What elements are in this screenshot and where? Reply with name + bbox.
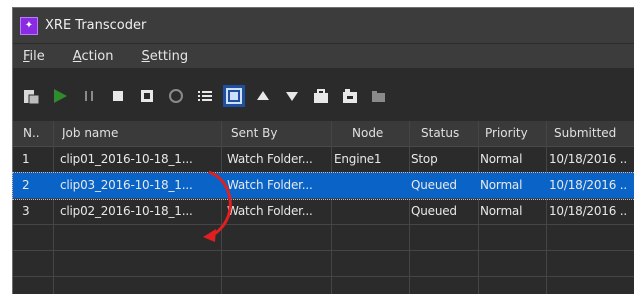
- move-down-icon[interactable]: [281, 85, 303, 107]
- cell-number: 3: [22, 204, 30, 218]
- column-node[interactable]: Node: [352, 121, 402, 146]
- toolbar: [13, 70, 634, 122]
- list-icon[interactable]: [194, 85, 216, 107]
- app-icon: ✦: [20, 16, 38, 35]
- cell-priority: Normal: [480, 178, 523, 192]
- table-row-selected[interactable]: 2 clip03_2016-10-18_1... Watch Folder...…: [12, 172, 634, 200]
- window-title: XRE Transcoder: [45, 18, 147, 33]
- cell-sent-by: Watch Folder...: [227, 178, 313, 192]
- column-sent-by[interactable]: Sent By: [231, 121, 321, 146]
- cell-number: 2: [22, 178, 30, 192]
- stop-icon[interactable]: [107, 85, 129, 107]
- column-number[interactable]: N..: [23, 121, 51, 146]
- menu-setting[interactable]: Setting: [142, 49, 189, 64]
- table-row[interactable]: 3 clip02_2016-10-18_1... Watch Folder...…: [13, 199, 634, 225]
- cell-submitted: 10/18/2016 ..: [549, 204, 628, 218]
- cell-job-name: clip03_2016-10-18_1...: [60, 178, 193, 192]
- table-row[interactable]: 1 clip01_2016-10-18_1... Watch Folder...…: [13, 147, 634, 173]
- cell-number: 1: [22, 152, 30, 166]
- cell-status: Queued: [411, 178, 457, 192]
- cell-status: Queued: [411, 204, 457, 218]
- menu-action[interactable]: Action: [73, 49, 114, 64]
- cell-node: [334, 173, 409, 198]
- column-priority[interactable]: Priority: [485, 121, 545, 146]
- play-icon[interactable]: [49, 85, 71, 107]
- empty-row: [13, 251, 634, 277]
- title-bar: ✦ XRE Transcoder: [13, 8, 634, 43]
- refresh-icon[interactable]: [165, 85, 187, 107]
- table-header: N.. Job name Sent By Node Status Priorit…: [13, 121, 634, 147]
- cell-sent-by: Watch Folder...: [227, 204, 313, 218]
- cell-job-name: clip02_2016-10-18_1...: [60, 204, 193, 218]
- cell-status: Stop: [411, 152, 438, 166]
- cell-sent-by: Watch Folder...: [227, 152, 313, 166]
- cell-submitted: 10/18/2016 ..: [549, 152, 628, 166]
- cell-priority: Normal: [480, 152, 523, 166]
- cell-node: [334, 199, 409, 224]
- cell-submitted: 10/18/2016 ..: [549, 178, 628, 192]
- toolbox-icon[interactable]: [310, 85, 332, 107]
- column-job-name[interactable]: Job name: [62, 121, 202, 146]
- menu-file[interactable]: File: [23, 49, 45, 64]
- watch-folder-icon[interactable]: [368, 85, 390, 107]
- media-files-icon[interactable]: [223, 85, 245, 107]
- app-window: ✦ XRE Transcoder File Action Setting N..…: [12, 7, 634, 294]
- empty-row: [13, 225, 634, 251]
- cell-priority: Normal: [480, 204, 523, 218]
- folder-tools-icon[interactable]: [339, 85, 361, 107]
- cell-node: Engine1: [334, 152, 382, 166]
- add-job-icon[interactable]: [20, 85, 42, 107]
- jobs-table: N.. Job name Sent By Node Status Priorit…: [12, 121, 634, 294]
- save-icon[interactable]: [136, 85, 158, 107]
- pause-icon[interactable]: [78, 85, 100, 107]
- column-status[interactable]: Status: [421, 121, 481, 146]
- column-submitted[interactable]: Submitted: [554, 121, 634, 146]
- move-up-icon[interactable]: [252, 85, 274, 107]
- cell-job-name: clip01_2016-10-18_1...: [60, 152, 193, 166]
- menu-bar: File Action Setting: [13, 44, 634, 68]
